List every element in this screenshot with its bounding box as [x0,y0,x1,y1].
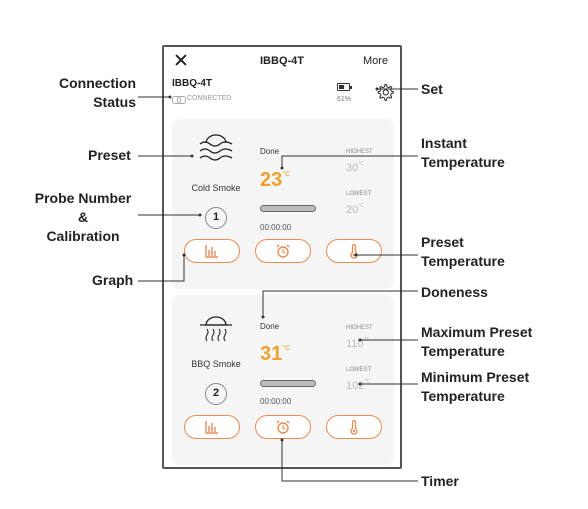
annotation-preset-temperature: Preset Temperature [421,234,505,269]
annotation-minimum-preset: Minimum Preset Temperature [421,369,530,404]
annotation-preset: Preset [88,147,131,163]
annotation-probe-number: Probe Number & Calibration [34,190,132,244]
annotation-maximum-preset: Maximum Preset Temperature [421,324,533,359]
annotation-timer: Timer [421,473,459,489]
annotation-instant-temperature: Instant Temperature [421,135,505,170]
annotation-set: Set [421,81,443,97]
annotation-graph: Graph [92,272,134,288]
annotation-doneness: Doneness [421,284,488,300]
annotation-connection-status: Connection Status [59,75,136,110]
